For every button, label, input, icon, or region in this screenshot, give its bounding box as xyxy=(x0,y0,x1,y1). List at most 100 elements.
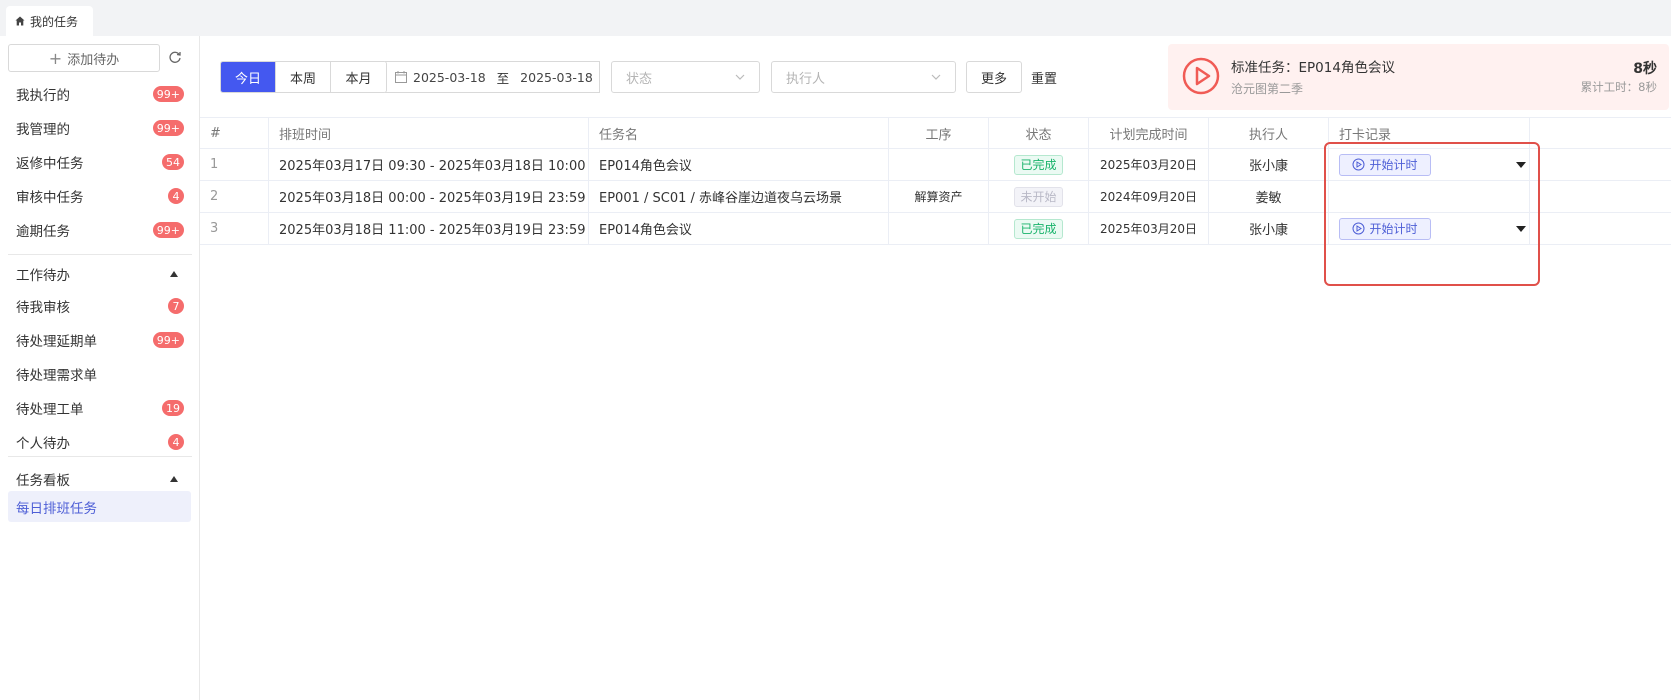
sidebar-item-overdue[interactable]: 逾期任务 99+ xyxy=(16,220,184,240)
cumulative-value: 8秒 xyxy=(1638,80,1657,94)
col-task: 任务名 xyxy=(589,118,889,149)
status-badge: 未开始 xyxy=(1014,186,1063,207)
sidebar-item-label: 每日排班任务 xyxy=(16,500,97,517)
collapse-icon xyxy=(170,271,178,277)
executor-placeholder: 执行人 xyxy=(786,71,826,87)
section-label: 任务看板 xyxy=(16,473,70,489)
period-selector: 今日 本周 本月 xyxy=(220,61,387,93)
count-badge: 99+ xyxy=(152,86,184,102)
row-process xyxy=(889,149,989,180)
row-status: 已完成 xyxy=(989,149,1089,180)
current-task-title: 标准任务：EP014角色会议 xyxy=(1231,60,1395,76)
row-task[interactable]: EP014角色会议 xyxy=(589,213,889,244)
reset-button[interactable]: 重置 xyxy=(1031,66,1057,88)
sidebar-item-label: 返修中任务 xyxy=(16,156,84,172)
row-due: 2024年09月20日 xyxy=(1089,181,1209,212)
count-badge: 99+ xyxy=(152,332,184,348)
row-executor: 张小康 xyxy=(1209,149,1329,180)
home-icon xyxy=(15,16,25,26)
tab-bar: 我的任务 xyxy=(0,0,1671,36)
row-executor: 张小康 xyxy=(1209,213,1329,244)
sidebar-item-pending-requirement[interactable]: 待处理需求单 xyxy=(16,364,184,384)
sidebar-item-managed[interactable]: 我管理的 99+ xyxy=(16,118,184,138)
sidebar: + 添加待办 我执行的 99+ 我管理的 99+ 返修中任务 54 审核中任务 … xyxy=(0,36,200,700)
sidebar-item-label: 待处理工单 xyxy=(16,402,84,418)
sidebar-item-reviewing[interactable]: 审核中任务 4 xyxy=(16,186,184,206)
sidebar-item-daily-schedule[interactable]: 每日排班任务 xyxy=(8,491,191,522)
plus-icon: + xyxy=(48,48,63,68)
row-schedule: 2025年03月18日 11:00 - 2025年03月19日 23:59 xyxy=(269,213,589,244)
chevron-down-icon xyxy=(735,74,745,80)
status-badge: 已完成 xyxy=(1014,218,1063,239)
sidebar-item-label: 我执行的 xyxy=(16,88,70,104)
col-schedule: 排班时间 xyxy=(269,118,589,149)
collapse-icon xyxy=(170,476,178,482)
add-todo-label: 添加待办 xyxy=(67,52,120,68)
divider xyxy=(8,456,192,457)
cumulative-label: 累计工时： xyxy=(1580,80,1639,94)
tab-my-tasks[interactable]: 我的任务 xyxy=(6,6,93,36)
col-index: # xyxy=(200,118,269,149)
section-work-todo[interactable]: 工作待办 xyxy=(16,264,184,284)
period-week[interactable]: 本周 xyxy=(276,62,331,92)
sidebar-item-label: 审核中任务 xyxy=(16,190,84,206)
executor-select[interactable]: 执行人 xyxy=(771,61,956,93)
row-executor: 姜敏 xyxy=(1209,181,1329,212)
period-month[interactable]: 本月 xyxy=(331,62,386,92)
sidebar-item-pending-workorder[interactable]: 待处理工单 19 xyxy=(16,398,184,418)
refresh-icon[interactable] xyxy=(168,50,182,64)
date-separator: 至 xyxy=(496,70,510,86)
status-badge: 已完成 xyxy=(1014,154,1063,175)
row-process: 解算资产 xyxy=(889,181,989,212)
row-index: 3 xyxy=(200,213,269,244)
sidebar-item-label: 待我审核 xyxy=(16,300,70,316)
sidebar-item-personal-todo[interactable]: 个人待办 4 xyxy=(16,432,184,452)
count-badge: 99+ xyxy=(152,120,184,136)
sidebar-item-label: 逾期任务 xyxy=(16,224,70,240)
calendar-icon xyxy=(395,71,407,83)
section-label: 工作待办 xyxy=(16,268,70,284)
sidebar-item-pending-extension[interactable]: 待处理延期单 99+ xyxy=(16,330,184,350)
count-badge: 99+ xyxy=(152,222,184,238)
row-schedule: 2025年03月17日 09:30 - 2025年03月18日 10:00 xyxy=(269,149,589,180)
col-due: 计划完成时间 xyxy=(1089,118,1209,149)
date-start: 2025-03-18 xyxy=(413,69,486,85)
current-task-card: 标准任务：EP014角色会议 沧元图第二季 8秒 累计工时：8秒 xyxy=(1168,44,1669,110)
col-executor: 执行人 xyxy=(1209,118,1329,149)
sidebar-item-label: 待处理需求单 xyxy=(16,368,97,384)
play-icon[interactable] xyxy=(1182,57,1220,95)
sidebar-item-label: 待处理延期单 xyxy=(16,334,97,350)
row-status: 已完成 xyxy=(989,213,1089,244)
highlight-box xyxy=(1324,142,1540,286)
elapsed-time: 8秒 xyxy=(1633,61,1657,77)
row-index: 1 xyxy=(200,149,269,180)
current-task-project: 沧元图第二季 xyxy=(1231,82,1304,96)
add-todo-button[interactable]: + 添加待办 xyxy=(8,44,160,72)
sidebar-item-label: 我管理的 xyxy=(16,122,70,138)
more-button[interactable]: 更多 xyxy=(966,61,1022,93)
chevron-down-icon xyxy=(931,74,941,80)
divider xyxy=(8,254,192,255)
date-end: 2025-03-18 xyxy=(520,69,593,85)
row-index: 2 xyxy=(200,181,269,212)
col-process: 工序 xyxy=(889,118,989,149)
sidebar-item-label: 个人待办 xyxy=(16,436,70,452)
status-placeholder: 状态 xyxy=(626,71,653,87)
row-task[interactable]: EP001 / SC01 / 赤峰谷崖边道夜乌云场景 xyxy=(589,181,889,212)
cumulative-hours: 累计工时：8秒 xyxy=(1581,79,1657,95)
row-status: 未开始 xyxy=(989,181,1089,212)
count-badge: 7 xyxy=(168,298,184,314)
sidebar-item-executed[interactable]: 我执行的 99+ xyxy=(16,84,184,104)
row-due: 2025年03月20日 xyxy=(1089,149,1209,180)
date-range-picker[interactable]: 2025-03-18 至 2025-03-18 xyxy=(385,61,600,93)
section-task-board[interactable]: 任务看板 xyxy=(16,469,184,489)
tab-label: 我的任务 xyxy=(30,14,79,29)
status-select[interactable]: 状态 xyxy=(611,61,760,93)
row-schedule: 2025年03月18日 00:00 - 2025年03月19日 23:59 xyxy=(269,181,589,212)
sidebar-item-pending-review[interactable]: 待我审核 7 xyxy=(16,296,184,316)
period-today[interactable]: 今日 xyxy=(221,62,276,92)
row-task[interactable]: EP014角色会议 xyxy=(589,149,889,180)
count-badge: 54 xyxy=(162,154,184,170)
count-badge: 4 xyxy=(168,188,184,204)
sidebar-item-rework[interactable]: 返修中任务 54 xyxy=(16,152,184,172)
